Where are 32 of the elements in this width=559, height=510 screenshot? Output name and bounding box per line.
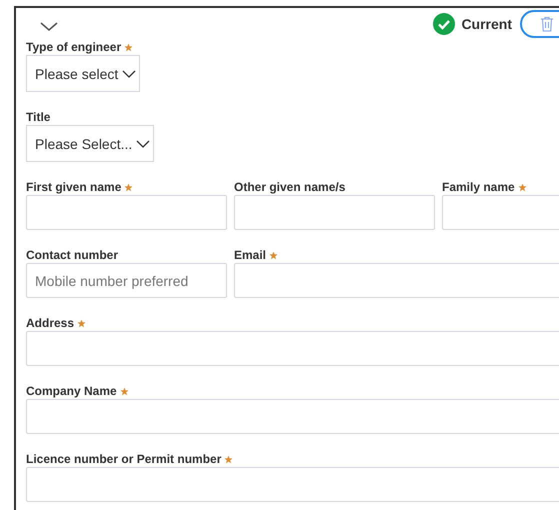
text-field[interactable] xyxy=(26,331,559,366)
text-field[interactable]: Mobile number preferred xyxy=(26,263,227,298)
field-label: First given name xyxy=(26,180,122,194)
trash-icon xyxy=(540,16,554,32)
required-icon xyxy=(124,182,134,192)
field-label: Email xyxy=(234,248,266,262)
text-field[interactable] xyxy=(234,263,559,298)
required-icon xyxy=(124,42,134,52)
required-icon xyxy=(120,386,129,396)
select-dropdown[interactable]: Please select xyxy=(26,55,140,92)
text-field[interactable] xyxy=(234,195,435,230)
field-label: Other given name/s xyxy=(234,180,346,194)
field-label: Contact number xyxy=(26,248,118,262)
field-label: Address xyxy=(26,316,74,330)
required-icon xyxy=(269,250,278,260)
field-label: Family name xyxy=(442,180,515,194)
text-field[interactable] xyxy=(26,195,227,230)
text-field[interactable] xyxy=(26,399,559,434)
check-circle-icon xyxy=(433,13,456,35)
required-icon xyxy=(224,454,234,464)
field-label: Type of engineer xyxy=(26,40,122,54)
chevron-down-icon xyxy=(122,70,136,78)
required-icon xyxy=(518,182,527,192)
field-label: Licence number or Permit number xyxy=(26,452,222,466)
chevron-down-icon xyxy=(136,140,150,148)
status-label: Current xyxy=(461,16,512,32)
required-icon xyxy=(77,318,86,328)
select-dropdown[interactable]: Please Select... xyxy=(26,125,154,162)
field-label: Company Name xyxy=(26,384,117,398)
field-label: Title xyxy=(26,110,50,124)
chevron-down-icon[interactable] xyxy=(40,22,58,32)
text-field[interactable] xyxy=(26,467,559,502)
